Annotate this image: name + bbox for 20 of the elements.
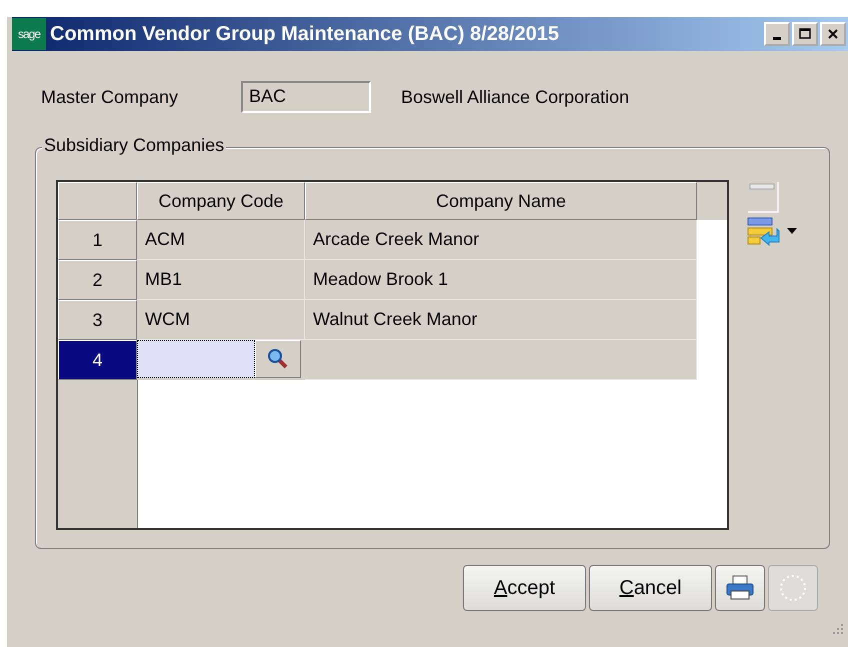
window-title: Common Vendor Group Maintenance (BAC) 8/28/2015 <box>50 22 560 46</box>
table-cell: MB1 <box>137 260 305 300</box>
master-company-name: Boswell Alliance Corporation <box>401 86 630 108</box>
column-header[interactable]: Company Code <box>137 182 305 220</box>
row-header[interactable]: 4 <box>58 340 137 380</box>
dialog-button[interactable]: Accept <box>463 565 586 611</box>
group-title: Subsidiary Companies <box>42 135 226 156</box>
table-cell: WCM <box>137 300 305 340</box>
row-header[interactable]: 2 <box>58 260 137 300</box>
master-company-field[interactable]: BAC <box>241 81 371 113</box>
column-header[interactable]: Company Name <box>305 182 697 220</box>
row-header[interactable]: 3 <box>58 300 137 340</box>
table-cell: Walnut Creek Manor <box>305 300 697 340</box>
table-cell: Arcade Creek Manor <box>305 220 697 260</box>
master-company-label: Master Company <box>41 86 180 108</box>
app-logo: sage <box>12 18 46 50</box>
dialog-button[interactable]: Cancel <box>589 565 712 611</box>
row-header[interactable]: 1 <box>58 220 137 260</box>
table-cell: Meadow Brook 1 <box>305 260 697 300</box>
table-cell: ACM <box>137 220 305 260</box>
